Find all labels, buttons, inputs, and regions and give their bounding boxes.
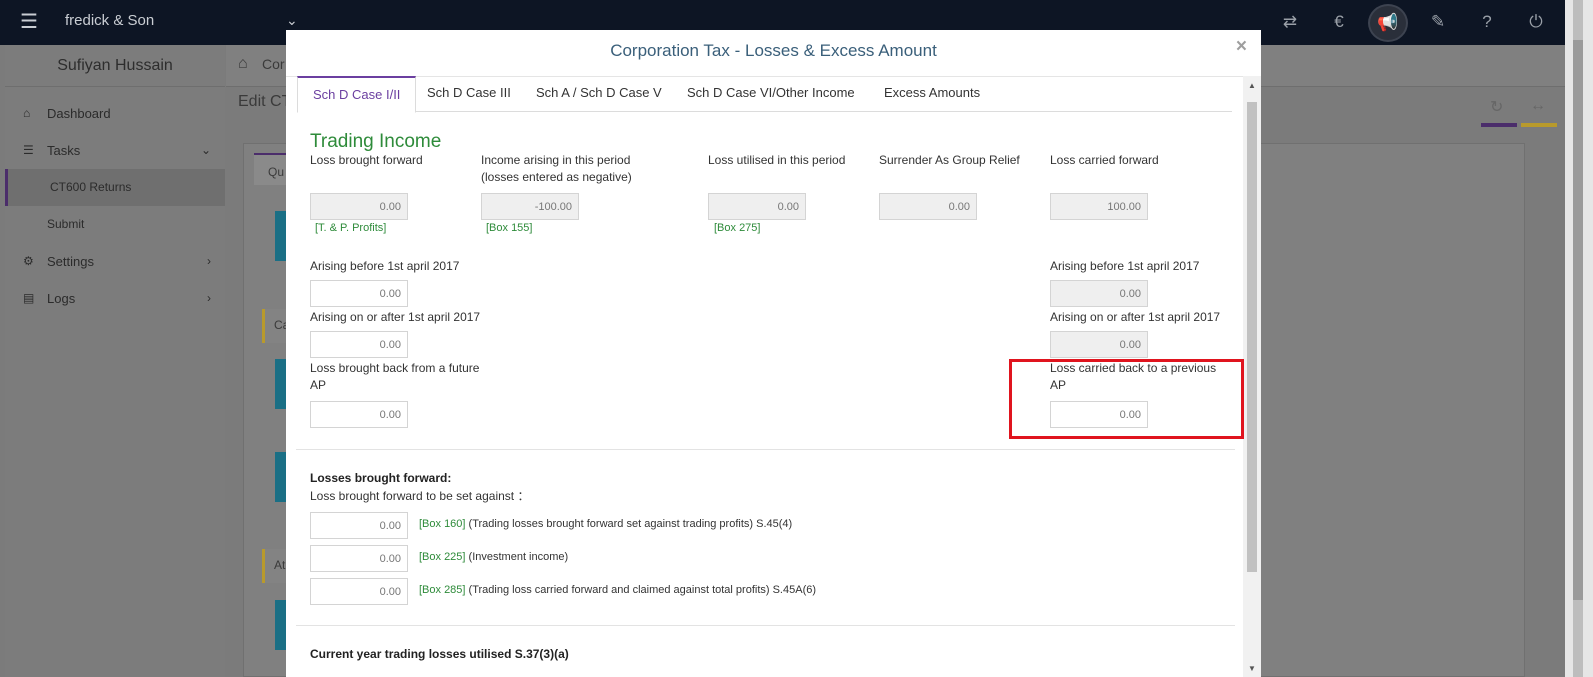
box-160-text: (Trading losses brought forward set agai… xyxy=(465,518,793,530)
sidebar-item-dashboard[interactable]: ⌂ Dashboard xyxy=(5,95,225,132)
home-icon: ⌂ xyxy=(23,106,31,120)
income-arising-field xyxy=(481,193,579,220)
chevron-right-icon: › xyxy=(207,291,211,305)
home-icon[interactable]: ⌂ xyxy=(238,55,248,73)
arising-before-label: Arising before 1st april 2017 xyxy=(1050,259,1200,273)
divider xyxy=(296,625,1235,626)
loss-utilised-field xyxy=(708,193,806,220)
tp-profits-link[interactable]: [T. & P. Profits] xyxy=(315,222,386,234)
loss-carried-forward-field xyxy=(1050,193,1148,220)
loss-back-future-field[interactable] xyxy=(310,401,408,428)
income-arising-note: (losses entered as negative) xyxy=(481,170,632,184)
modal-scrollbar-thumb[interactable] xyxy=(1247,102,1257,572)
box-160-field[interactable] xyxy=(310,512,408,539)
box-285-field[interactable] xyxy=(310,578,408,605)
box-225-link[interactable]: [Box 225] xyxy=(419,551,465,563)
accent-bar xyxy=(1481,123,1517,127)
arising-after-field[interactable] xyxy=(310,331,408,358)
box-160-link[interactable]: [Box 160] xyxy=(419,518,465,530)
sidebar-item-label: Settings xyxy=(47,254,94,269)
box-285-description: [Box 285] (Trading loss carried forward … xyxy=(419,584,816,596)
close-icon[interactable]: × xyxy=(1236,36,1247,58)
surrender-group-relief-label: Surrender As Group Relief xyxy=(879,153,1020,167)
arising-before-label: Arising before 1st april 2017 xyxy=(310,259,460,273)
megaphone-icon[interactable]: 📢 xyxy=(1368,4,1408,42)
gear-icon: ⚙ xyxy=(23,254,34,268)
sidebar: Sufiyan Hussain ⌂ Dashboard ☰ Tasks ⌄ CT… xyxy=(5,45,225,677)
company-name[interactable]: fredick & Son xyxy=(65,12,154,29)
loss-brought-forward-field xyxy=(310,193,408,220)
loss-carried-forward-label: Loss carried forward xyxy=(1050,153,1159,167)
refresh-icon[interactable]: ↻ xyxy=(1490,97,1503,117)
losses-bf-subtitle: Loss brought forward to be set against ： xyxy=(310,489,530,503)
tab-bar: Sch D Case I/II Sch D Case III Sch A / S… xyxy=(297,76,1232,113)
document-icon: ▤ xyxy=(23,291,35,305)
background-card: Ca xyxy=(262,309,289,343)
sidebar-item-label: Logs xyxy=(47,291,76,306)
page-title: Edit CT xyxy=(238,93,292,110)
tab-sch-d-case-i-ii[interactable]: Sch D Case I/II xyxy=(297,76,417,113)
tab-sch-d-case-vi-other-income[interactable]: Sch D Case VI/Other Income xyxy=(672,76,870,112)
breadcrumb-item[interactable]: Cor xyxy=(262,56,285,72)
tab-sch-d-case-iii[interactable]: Sch D Case III xyxy=(412,76,526,112)
chevron-down-icon: ⌄ xyxy=(200,143,211,157)
arising-before-field[interactable] xyxy=(310,280,408,307)
modal-title: Corporation Tax - Losses & Excess Amount xyxy=(610,41,937,60)
hamburger-menu-icon[interactable]: ☰ xyxy=(20,12,38,32)
chevron-down-icon[interactable]: ⌄ xyxy=(286,12,298,29)
income-arising-label: Income arising in this period xyxy=(481,153,631,167)
box-225-text: (Investment income) xyxy=(465,551,569,563)
sidebar-item-logs[interactable]: ▤ Logs › xyxy=(5,280,225,317)
box-155-link[interactable]: [Box 155] xyxy=(486,222,532,234)
highlight-box xyxy=(1009,359,1244,439)
divider xyxy=(296,449,1235,450)
surrender-group-relief-field xyxy=(879,193,977,220)
losses-modal: Corporation Tax - Losses & Excess Amount… xyxy=(286,30,1261,677)
sidebar-item-label: Submit xyxy=(47,217,85,231)
expand-icon[interactable]: ↔ xyxy=(1530,97,1546,115)
losses-bf-title: Losses brought forward: xyxy=(310,471,452,485)
loss-back-future-label: Loss brought back from a future xyxy=(310,361,480,375)
box-285-link[interactable]: [Box 285] xyxy=(419,584,465,596)
scroll-up-icon[interactable]: ▲ xyxy=(1243,78,1261,94)
section-title: Trading Income xyxy=(310,131,442,152)
tag-icon[interactable]: ✎ xyxy=(1426,13,1450,31)
box-275-link[interactable]: [Box 275] xyxy=(714,222,760,234)
power-icon[interactable]: ⏻ xyxy=(1524,13,1548,31)
user-name: Sufiyan Hussain xyxy=(5,45,225,87)
box-225-description: [Box 225] (Investment income) xyxy=(419,551,568,563)
box-225-field[interactable] xyxy=(310,545,408,572)
background-tab[interactable]: Qu xyxy=(254,153,290,185)
modal-scrollbar[interactable]: ▲ ▼ xyxy=(1243,76,1261,677)
background-card: At xyxy=(262,549,288,583)
tab-excess-amounts[interactable]: Excess Amounts xyxy=(869,76,995,112)
current-year-title: Current year trading losses utilised S.3… xyxy=(310,647,569,661)
box-160-description: [Box 160] (Trading losses brought forwar… xyxy=(419,518,792,530)
sidebar-item-label: Dashboard xyxy=(47,106,111,121)
tasks-icon: ☰ xyxy=(23,143,34,157)
loss-back-future-label-2: AP xyxy=(310,378,327,392)
loss-utilised-label: Loss utilised in this period xyxy=(708,153,846,167)
scroll-down-icon[interactable]: ▼ xyxy=(1243,661,1261,677)
sidebar-item-label: CT600 Returns xyxy=(50,180,132,194)
sidebar-item-label: Tasks xyxy=(47,143,81,158)
page-scrollbar[interactable] xyxy=(1565,0,1593,677)
tab-sch-a-sch-d-case-v[interactable]: Sch A / Sch D Case V xyxy=(521,76,677,112)
chevron-right-icon: › xyxy=(207,254,211,268)
arising-after-label: Arising on or after 1st april 2017 xyxy=(1050,310,1221,324)
page-scrollbar-thumb[interactable] xyxy=(1573,40,1583,600)
loss-brought-forward-label: Loss brought forward xyxy=(310,153,423,167)
box-285-text: (Trading loss carried forward and claime… xyxy=(465,584,817,596)
sidebar-item-tasks[interactable]: ☰ Tasks ⌄ xyxy=(5,132,225,169)
arising-after-label: Arising on or after 1st april 2017 xyxy=(310,310,481,324)
sidebar-item-settings[interactable]: ⚙ Settings › xyxy=(5,243,225,280)
switch-arrows-icon[interactable]: ⇄ xyxy=(1278,13,1302,31)
accent-bar xyxy=(1521,123,1557,127)
help-icon[interactable]: ? xyxy=(1475,13,1499,31)
sidebar-item-submit[interactable]: Submit xyxy=(5,206,225,243)
currency-icon[interactable]: € xyxy=(1327,13,1351,31)
arising-after-cf-field xyxy=(1050,331,1148,358)
arising-before-cf-field xyxy=(1050,280,1148,307)
sidebar-item-ct600-returns[interactable]: CT600 Returns xyxy=(5,169,225,206)
